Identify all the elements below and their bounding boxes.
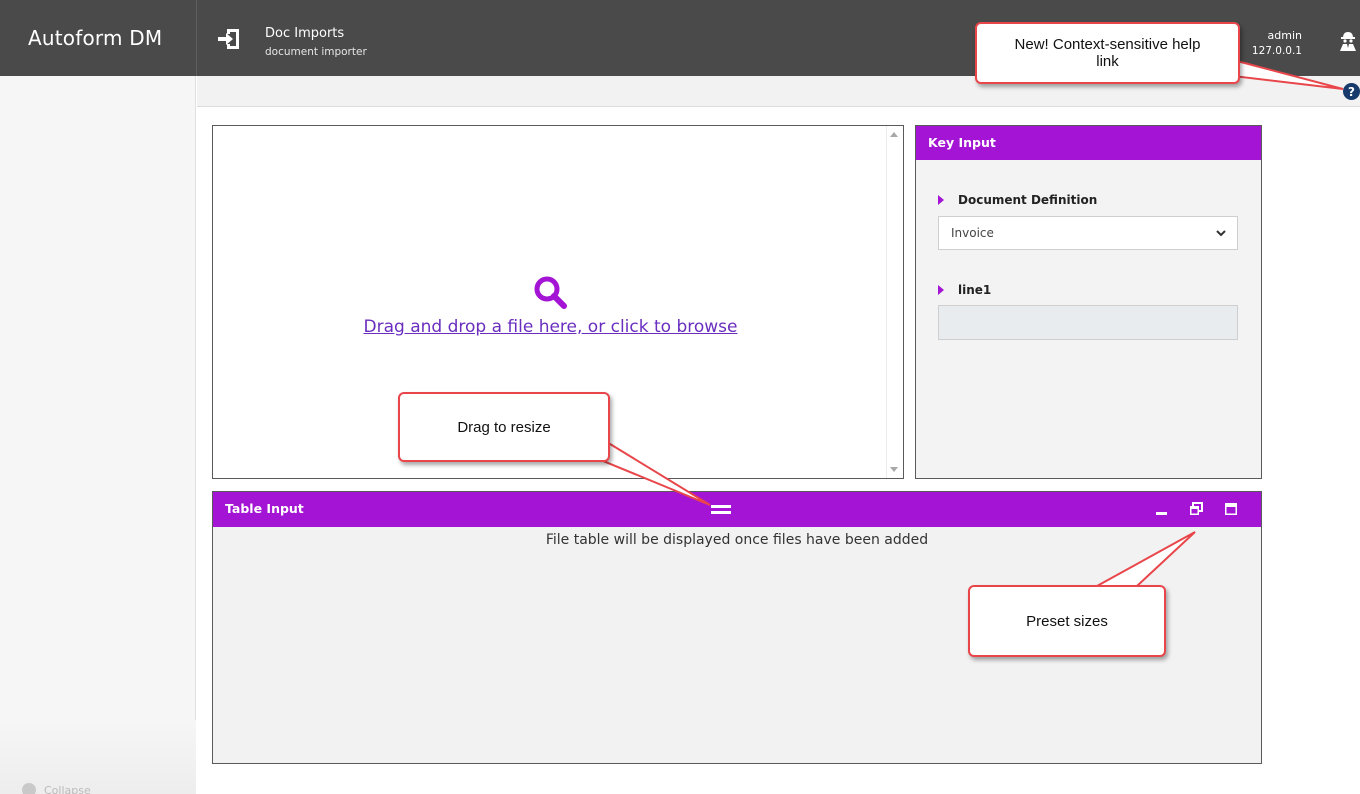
resize-callout-text: Drag to resize — [457, 418, 551, 436]
document-definition-value: Invoice — [951, 226, 994, 240]
key-input-panel: Key Input Document Definition Invoice li… — [915, 125, 1262, 479]
expand-triangle-icon — [938, 195, 944, 205]
document-definition-label: Document Definition — [938, 193, 1097, 207]
search-icon — [534, 276, 567, 309]
preset-sizes-callout: Preset sizes — [968, 585, 1166, 657]
line1-input[interactable] — [938, 305, 1238, 340]
document-definition-select[interactable]: Invoice — [938, 216, 1238, 250]
key-input-title: Key Input — [916, 126, 1261, 160]
help-callout-text: New! Context-sensitive help link — [1014, 36, 1201, 70]
browse-file-link[interactable]: Drag and drop a file here, or click to b… — [213, 317, 888, 337]
resize-handle-icon[interactable] — [711, 505, 731, 514]
preset-callout-text: Preset sizes — [1026, 612, 1108, 630]
minimize-icon[interactable] — [1154, 502, 1170, 516]
line1-label: line1 — [938, 283, 991, 297]
user-name: admin — [1267, 29, 1302, 42]
user-ip: 127.0.0.1 — [1251, 45, 1302, 57]
header-divider — [196, 0, 197, 76]
table-input-header: Table Input — [213, 492, 1261, 527]
table-input-title: Table Input — [225, 501, 304, 516]
collapse-label: Collapse — [44, 783, 91, 794]
collapse-button[interactable]: Collapse — [22, 783, 91, 794]
maximize-icon[interactable] — [1223, 502, 1239, 516]
table-empty-message: File table will be displayed once files … — [545, 532, 929, 548]
restore-icon[interactable] — [1188, 502, 1204, 516]
sidebar — [0, 76, 196, 794]
app-brand[interactable]: Autoform DM — [0, 0, 196, 76]
help-link-callout: New! Context-sensitive help link — [975, 22, 1240, 84]
module-subtitle: document importer — [265, 46, 367, 58]
line1-label-text: line1 — [958, 283, 992, 297]
collapse-icon — [22, 783, 36, 794]
scroll-down-icon[interactable] — [890, 467, 898, 472]
import-icon — [218, 29, 239, 49]
resize-callout: Drag to resize — [398, 392, 610, 462]
scroll-up-icon[interactable] — [890, 132, 898, 137]
dropzone-scrollbar[interactable] — [886, 126, 903, 478]
expand-triangle-icon — [938, 285, 944, 295]
help-icon[interactable]: ? — [1343, 83, 1360, 100]
document-definition-label-text: Document Definition — [958, 193, 1098, 207]
chevron-down-icon — [1216, 230, 1226, 237]
module-title: Doc Imports — [265, 26, 345, 41]
user-icon[interactable] — [1338, 30, 1358, 52]
